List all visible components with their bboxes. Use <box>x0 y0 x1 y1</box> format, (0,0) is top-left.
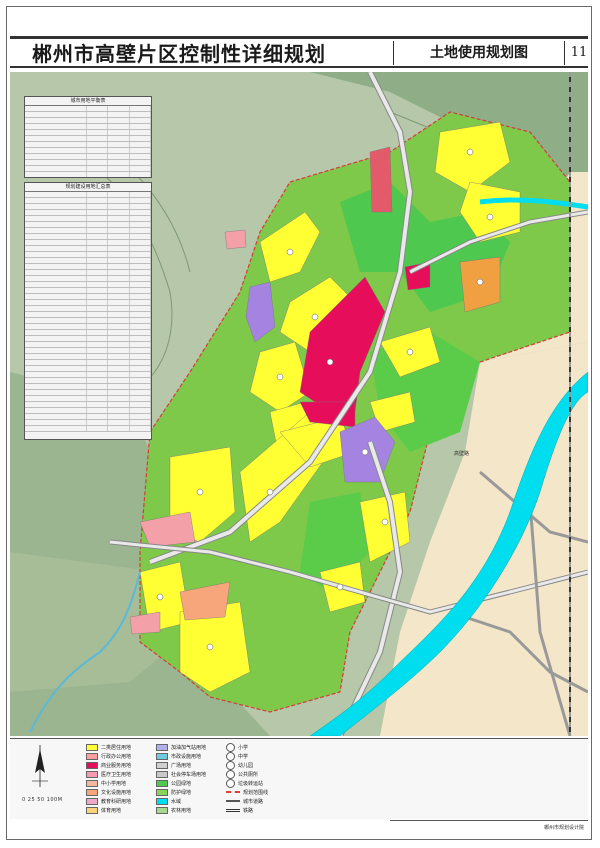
legend-item: 二类居住用地 <box>86 743 131 751</box>
legend-label: 铁路 <box>243 807 254 814</box>
legend-label: 体育用地 <box>101 807 122 814</box>
road-label: 高壁路 <box>454 451 470 457</box>
legend-line-icon <box>226 808 240 812</box>
legend-item: 幼儿园 <box>226 760 254 770</box>
legend-label: 幼儿园 <box>238 762 254 769</box>
commercial-block <box>369 146 393 213</box>
legend-item: 商业服务用地 <box>86 761 131 769</box>
legend-label: 广场用地 <box>171 762 192 769</box>
sheet-number: 11 <box>570 45 588 60</box>
legend-label: 公园绿地 <box>171 780 192 787</box>
legend-symbol-icon <box>226 751 235 761</box>
legend-label: 医疗卫生用地 <box>101 771 132 778</box>
legend-label: 市政设施用地 <box>171 753 202 760</box>
legend-item: 加油加气站用地 <box>156 743 206 751</box>
legend-swatch <box>86 779 98 787</box>
legend-line-icon <box>226 791 240 793</box>
legend-item: 公园绿地 <box>156 779 191 787</box>
legend: 0 25 50 100M 二类居住用地 行政办公用地 商业服务用地 医疗卫生用地 中小学… <box>10 738 588 819</box>
legend-item: 农林用地 <box>156 806 191 814</box>
admin-block <box>224 229 247 250</box>
legend-swatch <box>86 806 98 814</box>
legend-item: 体育用地 <box>86 806 121 814</box>
legend-item: 中学 <box>226 751 249 761</box>
legend-item: 小学 <box>226 742 249 752</box>
legend-label: 行政办公用地 <box>101 753 132 760</box>
legend-swatch <box>86 788 98 796</box>
legend-line-icon <box>226 800 240 802</box>
land-use-table: 规划建设用地汇总表 <box>24 182 152 440</box>
page-title: 郴州市高壁片区控制性详细规划 <box>32 42 326 66</box>
legend-label: 文化设施用地 <box>101 789 132 796</box>
legend-item: 防护绿地 <box>156 788 191 796</box>
legend-swatch <box>86 752 98 760</box>
legend-label: 农林用地 <box>171 807 192 814</box>
legend-swatch <box>86 761 98 769</box>
land-use-table-title: 规划建设用地汇总表 <box>25 183 151 192</box>
legend-label: 加油加气站用地 <box>171 744 207 751</box>
scale-bar-label: 0 25 50 100M <box>22 797 63 803</box>
land-balance-table: 城市用地平衡表 <box>24 96 152 178</box>
legend-item: 垃圾转运站 <box>226 778 264 788</box>
legend-symbol-icon <box>226 769 235 779</box>
legend-swatch <box>86 770 98 778</box>
legend-item: 水域 <box>156 797 181 805</box>
legend-label: 水域 <box>171 798 182 805</box>
legend-label: 二类居住用地 <box>101 744 132 751</box>
legend-label: 商业服务用地 <box>101 762 132 769</box>
legend-swatch <box>156 752 168 760</box>
legend-swatch <box>156 788 168 796</box>
legend-swatch <box>156 743 168 751</box>
legend-symbol-icon <box>226 760 235 770</box>
legend-item: 铁路 <box>226 806 253 814</box>
land-balance-table-title: 城市用地平衡表 <box>25 97 151 106</box>
footer-org: 郴州市规划设计院 <box>390 820 588 834</box>
legend-label: 中学 <box>238 753 249 760</box>
legend-label: 城市道路 <box>243 798 264 805</box>
legend-item: 文化设施用地 <box>86 788 131 796</box>
legend-label: 规划范围线 <box>243 789 269 796</box>
legend-label: 防护绿地 <box>171 789 192 796</box>
title-bar: 郴州市高壁片区控制性详细规划 土地使用规划图 11 <box>10 36 588 68</box>
legend-symbol-icon <box>226 742 235 752</box>
north-arrow-icon <box>32 745 48 787</box>
legend-item: 中小学用地 <box>86 779 126 787</box>
legend-swatch <box>156 761 168 769</box>
legend-label: 中小学用地 <box>101 780 127 787</box>
legend-swatch <box>86 743 98 751</box>
legend-label: 公共厕所 <box>238 771 259 778</box>
legend-item: 广场用地 <box>156 761 191 769</box>
legend-item: 医疗卫生用地 <box>86 770 131 778</box>
legend-symbol-icon <box>226 778 235 788</box>
legend-swatch <box>86 797 98 805</box>
legend-item: 社会停车场用地 <box>156 770 206 778</box>
land-use-map: 城市用地平衡表 规划建设用地汇总表 高壁路 <box>10 72 588 736</box>
legend-item: 教育科研用地 <box>86 797 131 805</box>
legend-grid: 二类居住用地 行政办公用地 商业服务用地 医疗卫生用地 中小学用地文化设施用地 教育科研用… <box>86 742 586 817</box>
legend-item: 城市道路 <box>226 797 263 805</box>
legend-item: 公共厕所 <box>226 769 259 779</box>
legend-swatch <box>156 797 168 805</box>
legend-item: 市政设施用地 <box>156 752 201 760</box>
legend-label: 小学 <box>238 744 249 751</box>
legend-label: 社会停车场用地 <box>171 771 207 778</box>
legend-swatch <box>156 806 168 814</box>
legend-label: 垃圾转运站 <box>238 780 264 787</box>
legend-swatch <box>156 779 168 787</box>
legend-item: 行政办公用地 <box>86 752 131 760</box>
legend-label: 教育科研用地 <box>101 798 132 805</box>
drawing-name: 土地使用规划图 <box>393 41 565 65</box>
legend-item: 规划范围线 <box>226 788 268 796</box>
north-arrow: 0 25 50 100M <box>14 743 84 815</box>
table-row <box>25 172 151 177</box>
legend-swatch <box>156 770 168 778</box>
table-row <box>25 426 151 432</box>
